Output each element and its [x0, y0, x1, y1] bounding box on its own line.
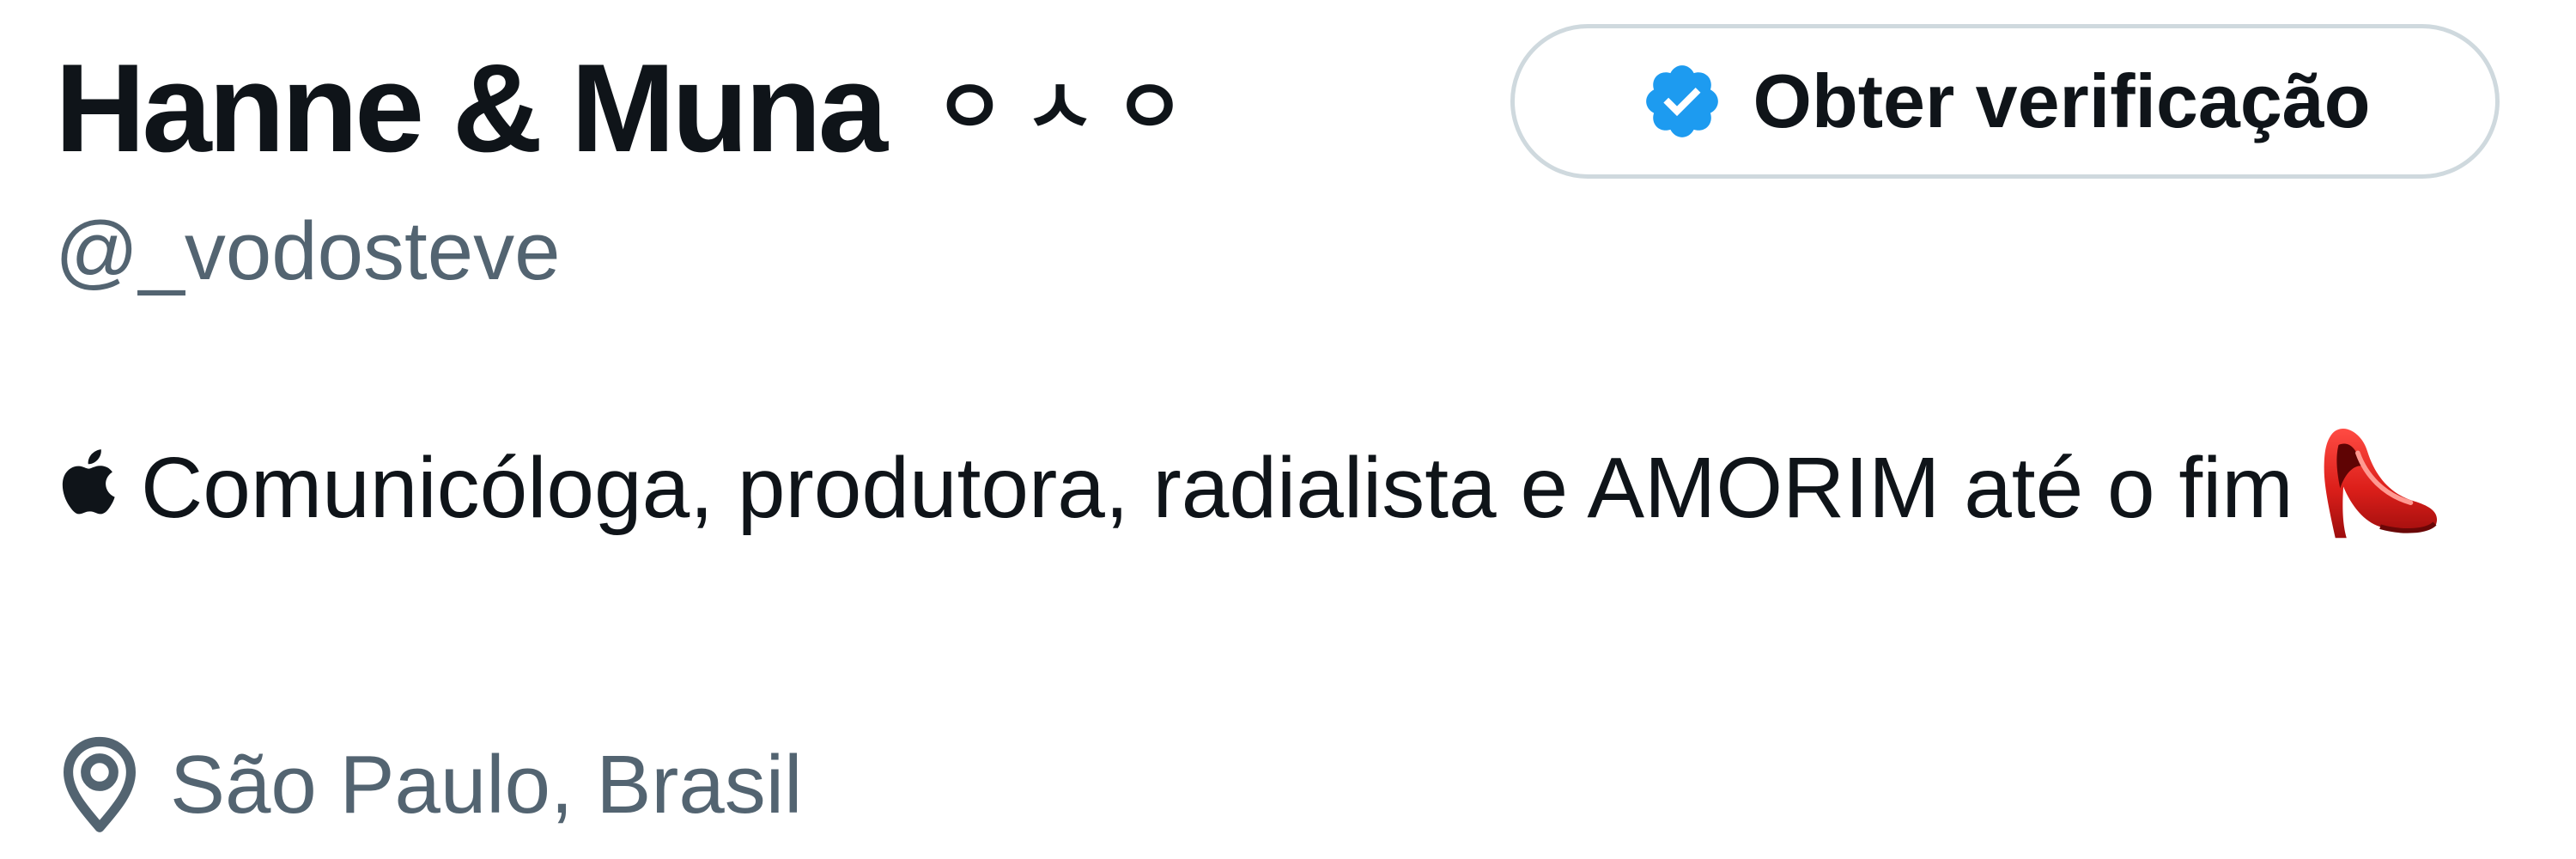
get-verified-button[interactable]: Obter verificação [1510, 24, 2500, 179]
profile-handle: @_vodosteve [55, 205, 561, 297]
location-pin-icon [55, 734, 144, 837]
high-heel-shoe-icon [2316, 421, 2445, 541]
location-text: São Paulo, Brasil [170, 739, 803, 831]
get-verified-label: Obter verificação [1753, 58, 2371, 143]
apple-icon [55, 442, 117, 521]
profile-bio: Comunicóloga, produtora, radialista e AM… [55, 421, 2528, 555]
name-row: Hanne & Muna ㅇㅅㅇ [55, 22, 1204, 194]
profile-header: Hanne & Muna ㅇㅅㅇ Obter verificação @_vod… [55, 0, 2545, 859]
profile-location: São Paulo, Brasil [55, 734, 802, 837]
display-name: Hanne & Muna [55, 38, 888, 178]
bio-text: Comunicóloga, produtora, radialista e AM… [141, 440, 2293, 536]
verified-badge-icon [1640, 59, 1724, 143]
name-symbols: ㅇㅅㅇ [933, 63, 1205, 153]
